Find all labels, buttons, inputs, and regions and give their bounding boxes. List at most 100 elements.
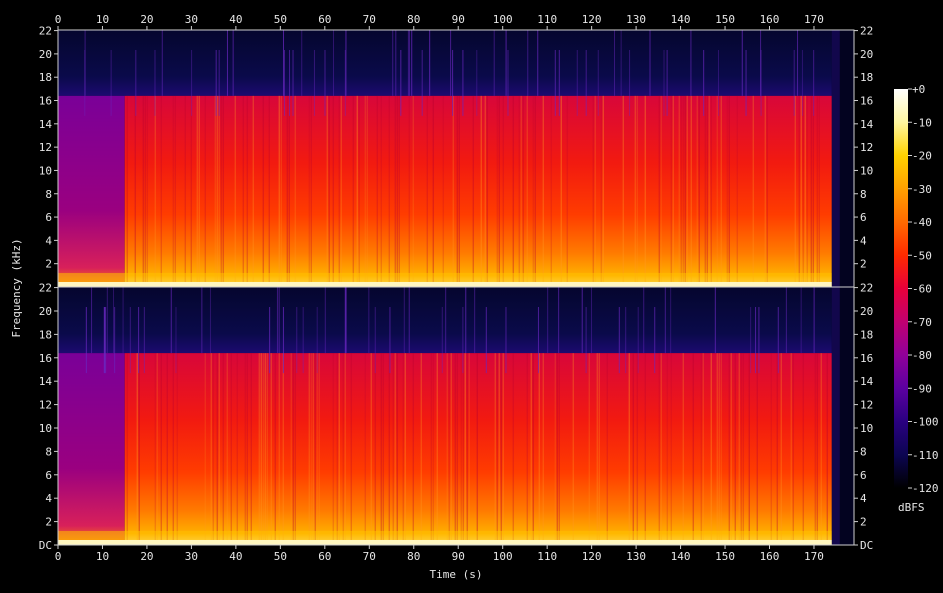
streak: [476, 353, 478, 545]
colorbar-tick-label: +0: [912, 83, 925, 96]
streak: [364, 353, 366, 545]
x-tick-label-top: 130: [626, 13, 646, 26]
spectrogram-panel-lower: [57, 286, 855, 546]
streak: [538, 353, 540, 545]
streak: [402, 353, 404, 545]
transient-spike: [122, 287, 124, 354]
streak: [532, 95, 534, 288]
y-tick-label-right: 2: [860, 258, 867, 271]
streak: [312, 353, 314, 545]
transient-spike: [585, 307, 587, 374]
transient-spike: [403, 287, 405, 354]
transient-spike: [276, 287, 278, 354]
transient-spike: [741, 30, 743, 96]
y-tick-label-left: 2: [45, 516, 52, 529]
x-tick-label-bottom: 150: [715, 550, 735, 563]
transient-spike: [400, 50, 402, 116]
transient-spike: [408, 30, 410, 96]
streak: [812, 95, 814, 288]
streak: [502, 95, 504, 288]
transient-spike: [663, 50, 665, 116]
transient-spike: [332, 30, 334, 96]
streak: [816, 353, 818, 545]
transient-spike: [105, 307, 107, 374]
streak: [636, 353, 638, 545]
streak: [344, 353, 346, 545]
transient-spike: [85, 307, 87, 374]
streak: [644, 95, 646, 288]
streak: [184, 95, 186, 288]
y-tick-label-right: 12: [860, 141, 873, 154]
x-axis-top: 0 10 20 30 40 50 60 70 80 90 100 110 120 130 140 150 160…: [55, 13, 824, 30]
streak: [716, 95, 718, 288]
streak: [408, 95, 410, 288]
transient-spike: [465, 287, 467, 354]
y-tick-label-left: 4: [45, 492, 52, 505]
streak: [738, 353, 740, 545]
streak: [216, 353, 218, 545]
streak: [318, 353, 320, 545]
transient-spike: [389, 307, 391, 374]
transient-spike: [292, 50, 294, 116]
transient-spike: [191, 50, 193, 116]
transient-spike: [554, 50, 556, 116]
streak: [606, 353, 608, 545]
streak: [436, 353, 438, 545]
intro-region: [58, 95, 125, 288]
x-tick-label-top: 20: [140, 13, 153, 26]
transient-spike: [777, 307, 779, 374]
transient-spike: [429, 30, 431, 96]
y-tick-label-right: 20: [860, 48, 873, 61]
streak: [212, 353, 214, 545]
streak: [214, 95, 216, 288]
streak: [560, 95, 562, 288]
streak: [160, 95, 162, 288]
streak: [756, 353, 758, 545]
transient-spike: [590, 287, 592, 354]
y-tick-label-right: 6: [860, 469, 867, 482]
streak: [412, 95, 414, 288]
colorbar-label: dBFS: [898, 501, 925, 514]
streak: [636, 95, 638, 288]
streak: [442, 95, 444, 288]
y-tick-label-left: 18: [39, 328, 52, 341]
streak: [522, 95, 524, 288]
streak: [292, 353, 294, 545]
y-tick-label-left: 16: [39, 352, 52, 365]
x-tick-label-top: 50: [274, 13, 287, 26]
transient-spike: [313, 50, 315, 116]
streak: [800, 95, 802, 288]
transient-spike: [170, 287, 172, 354]
transient-spike: [576, 50, 578, 116]
streak: [196, 95, 198, 288]
streak: [352, 95, 354, 288]
transient-spike: [392, 30, 394, 96]
x-tick-label-bottom: 10: [96, 550, 109, 563]
transient-spike: [421, 50, 423, 116]
x-tick-label-top: 100: [493, 13, 513, 26]
y-tick-label-right: 20: [860, 305, 873, 318]
transient-spike: [368, 287, 370, 354]
y-tick-label-right: 4: [860, 492, 867, 505]
transient-spike: [813, 50, 815, 116]
transient-spike: [613, 30, 615, 96]
streak: [270, 353, 272, 545]
streak: [220, 95, 222, 288]
streak: [274, 353, 276, 545]
streak: [682, 95, 684, 288]
transient-spike: [445, 287, 447, 354]
transient-spike: [493, 30, 495, 96]
transient-spike: [154, 50, 156, 116]
transient-spike: [505, 30, 507, 96]
streak: [792, 353, 794, 545]
streak: [314, 353, 316, 545]
streak: [142, 95, 144, 288]
streak: [398, 95, 400, 288]
x-tick-label-bottom: 90: [452, 550, 465, 563]
y-axis-label: Frequency (kHz): [10, 238, 23, 337]
streak: [634, 95, 636, 288]
transient-spike: [110, 50, 112, 116]
streak: [706, 95, 708, 288]
streak: [366, 95, 368, 288]
streak: [286, 95, 288, 288]
